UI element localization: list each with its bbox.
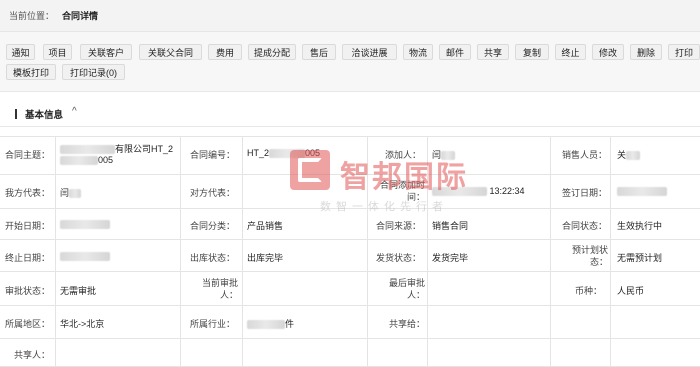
region-value: 华北->北京 — [60, 319, 105, 329]
approval-value: 无需审批 — [60, 286, 97, 296]
currency-value: 人民币 — [617, 286, 645, 296]
sales-label: 销售人员： — [562, 150, 608, 160]
link-customer-button[interactable]: 关联客户 — [80, 44, 132, 60]
template-print-button[interactable]: 模板打印 — [6, 64, 56, 80]
delete-button[interactable]: 删除 — [630, 44, 662, 60]
currency-label: 币种： — [574, 286, 602, 296]
add-time-value: 13:22:34 — [432, 186, 525, 197]
adder-label: 添加人： — [385, 150, 422, 160]
section-title: 基本信息 — [25, 110, 64, 121]
end-date-label: 终止日期： — [5, 253, 51, 263]
current-approver-label-line2: 人： — [219, 290, 238, 300]
contract-no-value: HT_2 005 — [247, 148, 321, 159]
page-title: 合同详情 — [62, 11, 99, 21]
mail-button[interactable]: 邮件 — [439, 44, 471, 60]
copy-button[interactable]: 复制 — [515, 44, 549, 60]
region-label: 所属地区： — [5, 319, 51, 329]
start-date-value — [60, 219, 110, 230]
shipping-label: 发货状态： — [376, 253, 422, 263]
expense-button[interactable]: 费用 — [208, 44, 242, 60]
our-rep-label: 我方代表： — [5, 188, 51, 198]
sign-date-label: 签订日期： — [562, 188, 608, 198]
plan-label-line2: 态： — [589, 257, 608, 267]
terminate-button[interactable]: 终止 — [555, 44, 586, 60]
outbound-value: 出库完毕 — [247, 253, 284, 263]
status-value: 生效执行中 — [617, 221, 663, 231]
section-marker — [15, 109, 17, 119]
add-time-label-line2: 间： — [406, 192, 425, 202]
share-button[interactable]: 共享 — [477, 44, 509, 60]
our-rep-value: 闫 — [60, 186, 82, 199]
print-log-button[interactable]: 打印记录(0) — [62, 64, 125, 80]
status-label: 合同状态： — [562, 221, 608, 231]
project-button[interactable]: 项目 — [43, 44, 72, 60]
sales-value: 关 — [617, 148, 641, 161]
subject-label: 合同主题： — [5, 150, 51, 160]
their-rep-label: 对方代表： — [190, 188, 236, 198]
approval-label: 审批状态： — [5, 286, 51, 296]
breadcrumb-label: 当前位置： — [9, 11, 55, 21]
source-value: 销售合同 — [432, 221, 469, 231]
subject-value: 有限公司HT_2 — [60, 142, 173, 155]
industry-value: 件 — [247, 317, 294, 330]
outbound-label: 出库状态： — [190, 253, 236, 263]
link-parent-contract-button[interactable]: 关联父合同 — [139, 44, 202, 60]
action-toolbar: 通知 项目 关联客户 关联父合同 费用 提成分配 售后 洽谈进展 物流 邮件 共… — [0, 32, 700, 92]
commission-button[interactable]: 提成分配 — [248, 44, 296, 60]
end-date-value — [60, 251, 110, 262]
plan-value: 无需预计划 — [617, 253, 663, 263]
sharer-label: 共享人： — [14, 350, 51, 360]
print-button[interactable]: 打印 — [668, 44, 700, 60]
industry-label: 所属行业： — [190, 319, 236, 329]
contract-no-label: 合同编号： — [190, 150, 236, 160]
notify-button[interactable]: 通知 — [6, 44, 35, 60]
basic-info-header[interactable]: 基本信息 ^ — [0, 102, 700, 127]
edit-button[interactable]: 修改 — [592, 44, 624, 60]
after-sales-button[interactable]: 售后 — [302, 44, 336, 60]
logistics-button[interactable]: 物流 — [403, 44, 433, 60]
start-date-label: 开始日期： — [5, 221, 51, 231]
chevron-up-icon[interactable]: ^ — [72, 106, 77, 117]
category-label: 合同分类： — [190, 221, 236, 231]
source-label: 合同来源： — [376, 221, 422, 231]
adder-value: 闫 — [432, 148, 456, 161]
category-value: 产品销售 — [247, 221, 284, 231]
subject-value-line2: 005 — [60, 155, 113, 166]
sign-date-value — [617, 186, 667, 197]
last-approver-label-line2: 人： — [406, 290, 425, 300]
breadcrumb-bar: 当前位置： 合同详情 — [0, 0, 700, 32]
share-to-label: 共享给： — [388, 319, 425, 329]
negotiation-progress-button[interactable]: 洽谈进展 — [342, 44, 397, 60]
shipping-value: 发货完毕 — [432, 253, 469, 263]
